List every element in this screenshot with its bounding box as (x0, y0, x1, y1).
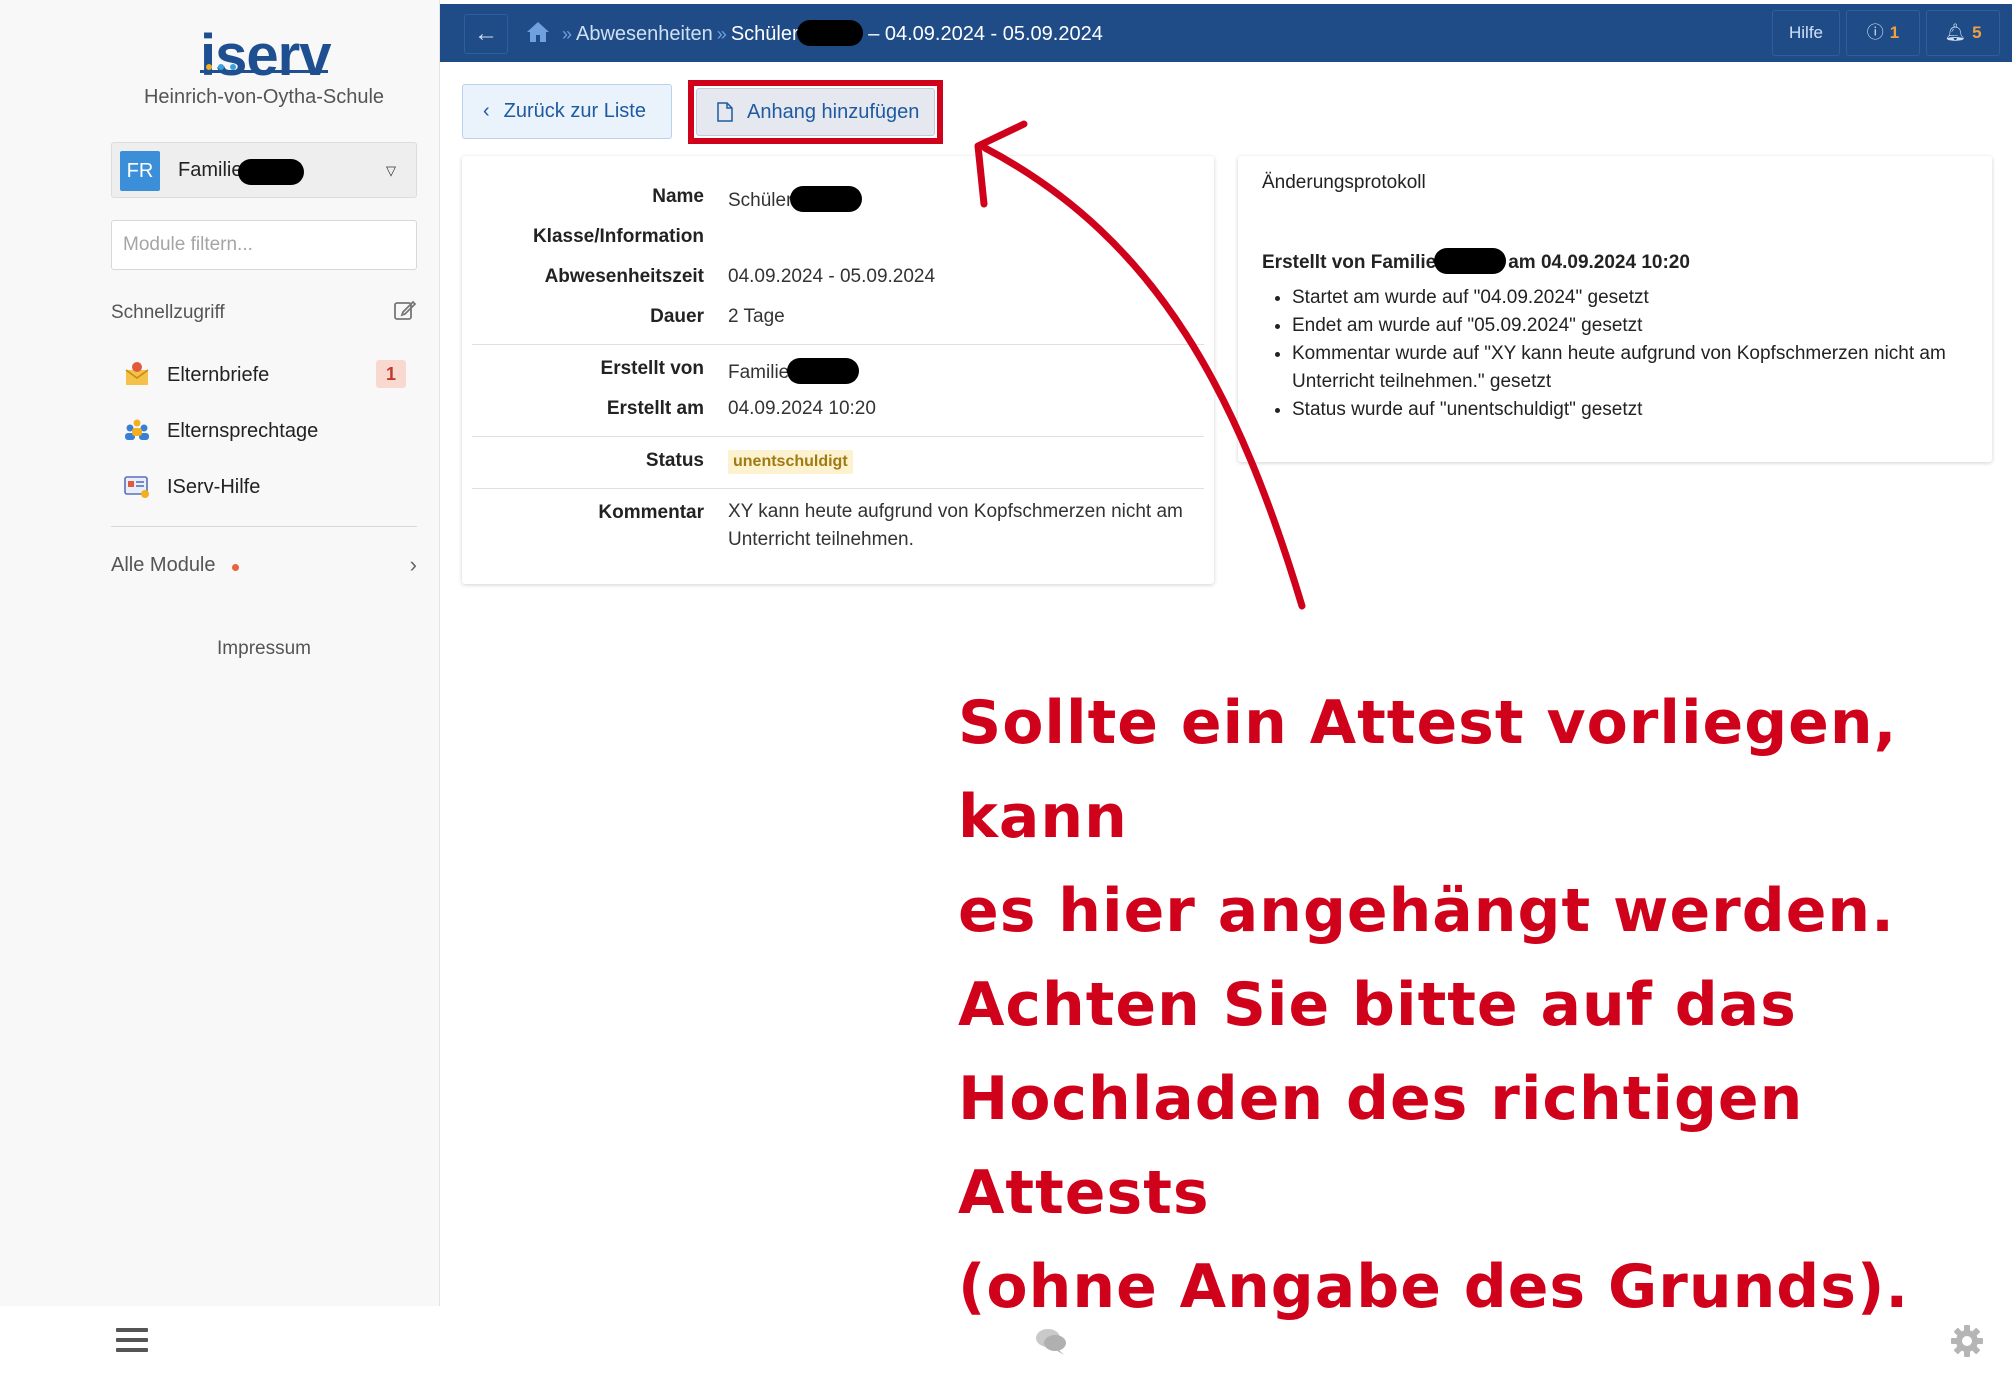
all-modules-label: Alle Module (111, 554, 216, 576)
sidebar: iserv Heinrich-von-Oytha-Schule FR Famil… (0, 0, 440, 1306)
list-item: Startet am wurde auf "04.09.2024" gesetz… (1292, 284, 1972, 312)
school-name: Heinrich-von-Oytha-Schule (143, 86, 385, 108)
annotation-line: Achten Sie bitte auf das (958, 970, 1797, 1040)
impressum-link[interactable]: Impressum (111, 638, 417, 660)
detail-value: Familie (728, 358, 860, 384)
detail-value: unentschuldigt (728, 450, 853, 474)
divider (472, 488, 1204, 489)
sidebar-item-elternsprechtage[interactable]: Elternsprechtage (111, 408, 417, 452)
detail-value: 2 Tage (728, 306, 785, 327)
sidebar-item-label: IServ-Hilfe (167, 476, 261, 498)
quick-access-title: Schnellzugriff (111, 302, 225, 323)
module-filter-input[interactable] (111, 220, 417, 270)
highlight-frame: Anhang hinzufügen (688, 80, 943, 144)
detail-label: Dauer (650, 306, 704, 327)
back-to-list-label: Zurück zur Liste (503, 100, 646, 122)
detail-label: Erstellt am (606, 398, 704, 419)
sidebar-item-label: Elternsprechtage (167, 420, 319, 442)
annotation-text: Sollte ein Attest vorliegen, kann es hie… (958, 676, 1998, 1334)
annotation-line: es hier angehängt werden. (958, 876, 1895, 946)
notifications-button[interactable]: 🔔︎ 5 (1926, 10, 2000, 56)
hamburger-menu-icon[interactable] (116, 1328, 148, 1354)
redacted-name (1434, 248, 1507, 274)
sidebar-item-elternbriefe[interactable]: Elternbriefe 1 (111, 352, 417, 396)
home-icon[interactable] (526, 21, 550, 43)
detail-label: Abwesenheitszeit (544, 266, 704, 287)
redacted-name (238, 159, 304, 185)
changelog-title: Änderungsprotokoll (1262, 172, 1426, 193)
detail-label: Name (652, 186, 704, 207)
notifications-count: 5 (1972, 23, 1982, 42)
account-switcher[interactable]: FR Familie ▽ (111, 142, 417, 198)
info-icon: ⓘ (1866, 23, 1884, 42)
help-button[interactable]: Hilfe (1772, 10, 1840, 56)
detail-label: Kommentar (598, 502, 704, 523)
detail-label: Status (645, 450, 704, 471)
detail-label: Klasse/Information (532, 226, 704, 247)
help-icon (124, 476, 149, 498)
annotation-line: Hochladen des richtigen Attests (958, 1064, 1804, 1228)
bell-icon: 🔔︎ (1944, 23, 1967, 42)
detail-row-created-at: Erstellt am 04.09.2024 10:20 (462, 398, 1214, 428)
divider (472, 436, 1204, 437)
chevron-left-icon: ‹ (483, 100, 490, 122)
back-arrow-button[interactable]: ← (464, 14, 508, 54)
detail-row-class: Klasse/Information (462, 226, 1214, 256)
changelog-entry-header: Erstellt von Familie am 04.09.2024 10:20 (1262, 248, 1690, 274)
detail-value: Schüler (728, 186, 863, 212)
detail-value: 04.09.2024 10:20 (728, 398, 876, 419)
breadcrumb-student: Schüler (730, 23, 799, 45)
redacted-name (787, 358, 860, 384)
add-attachment-button[interactable]: Anhang hinzufügen (696, 88, 935, 136)
app-root: iserv Heinrich-von-Oytha-Schule FR Famil… (0, 0, 2014, 1375)
detail-row-status: Status unentschuldigt (462, 450, 1214, 480)
list-item: Status wurde auf "unentschuldigt" gesetz… (1292, 396, 1972, 424)
add-attachment-label: Anhang hinzufügen (747, 101, 920, 123)
breadcrumb-separator: » (716, 24, 727, 44)
chevron-right-icon: › (409, 552, 417, 577)
people-icon (125, 419, 149, 440)
all-modules-link[interactable]: Alle Module › (111, 552, 417, 582)
iserv-logo: iserv (200, 23, 331, 88)
info-count: 1 (1889, 23, 1900, 42)
detail-row-duration: Dauer 2 Tage (462, 306, 1214, 336)
account-name: Familie (178, 159, 243, 181)
breadcrumb-dates: – 04.09.2024 - 05.09.2024 (868, 23, 1103, 45)
unread-badge: 1 (376, 360, 406, 388)
annotation-line: Sollte ein Attest vorliegen, kann (958, 688, 1898, 852)
breadcrumb: » Abwesenheiten» Schüler – 04.09.2024 - 05… (526, 20, 1103, 46)
avatar: FR (120, 151, 160, 191)
logo-underline (200, 70, 328, 73)
changelog-list: Startet am wurde auf "04.09.2024" gesetz… (1292, 284, 1972, 424)
redacted-name (796, 20, 863, 46)
changelog-panel: Änderungsprotokoll Erstellt von Familie a… (1238, 156, 1992, 462)
status-badge: unentschuldigt (728, 450, 853, 474)
sidebar-item-label: Elternbriefe (167, 364, 270, 386)
back-to-list-button[interactable]: ‹ Zurück zur Liste (462, 84, 672, 139)
list-item: Endet am wurde auf "05.09.2024" gesetzt (1292, 312, 1972, 340)
top-bar: ← » Abwesenheiten» Schüler – 04.09.2024 - … (440, 4, 2012, 62)
chevron-down-icon: ▽ (386, 163, 396, 178)
sidebar-item-iserv-hilfe[interactable]: IServ-Hilfe (111, 464, 417, 508)
detail-row-created-by: Erstellt von Familie (462, 358, 1214, 388)
detail-label: Erstellt von (600, 358, 704, 379)
detail-value: 04.09.2024 - 05.09.2024 (728, 266, 936, 287)
letter-icon (125, 362, 149, 385)
edit-icon[interactable] (393, 298, 417, 322)
divider (472, 344, 1204, 345)
detail-row-comment: Kommentar XY kann heute aufgrund von Kop… (462, 501, 1214, 562)
breadcrumb-separator: » (562, 24, 573, 44)
list-item: Kommentar wurde auf "XY kann heute aufgr… (1292, 340, 1972, 396)
redacted-name (790, 186, 863, 212)
divider (111, 526, 417, 527)
detail-row-name: Name Schüler (462, 186, 1214, 216)
document-icon (717, 102, 733, 122)
info-button[interactable]: ⓘ 1 (1846, 10, 1920, 56)
detail-row-period: Abwesenheitszeit 04.09.2024 - 05.09.2024 (462, 266, 1214, 296)
annotation-line: (ohne Angabe des Grunds). (958, 1252, 1910, 1322)
new-indicator-dot (232, 564, 239, 571)
detail-value: XY kann heute aufgrund von Kopfschmerzen… (728, 501, 1183, 550)
breadcrumb-module[interactable]: Abwesenheiten (576, 23, 713, 45)
absence-details-panel: Name Schüler Klasse/Information Abwesenh… (462, 156, 1214, 584)
